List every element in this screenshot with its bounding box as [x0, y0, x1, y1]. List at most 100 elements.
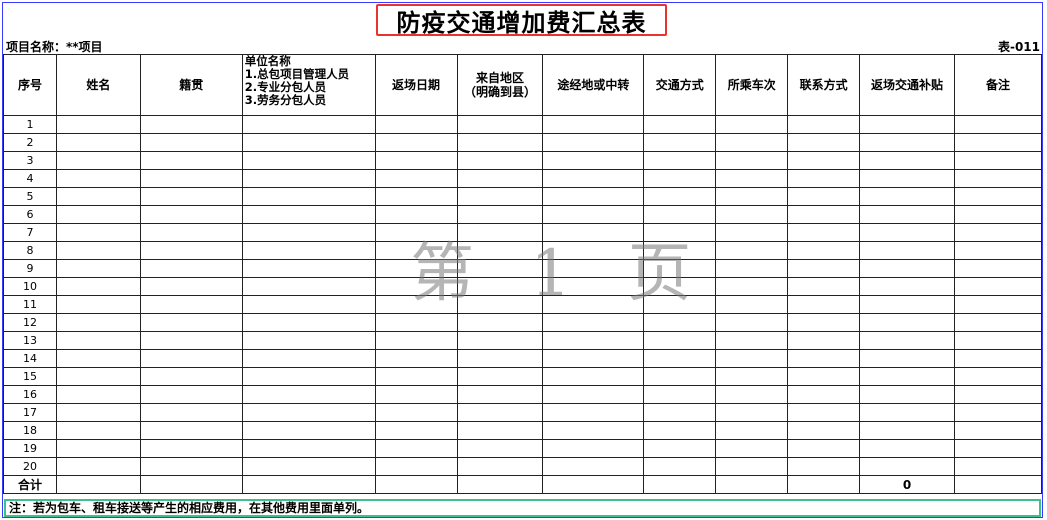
table-cell[interactable] [139, 241, 243, 260]
table-cell[interactable] [643, 241, 717, 260]
table-cell[interactable] [374, 295, 458, 314]
table-cell[interactable] [787, 457, 861, 476]
table-cell[interactable] [643, 331, 717, 350]
table-cell[interactable] [542, 349, 645, 368]
table-cell[interactable] [715, 259, 789, 278]
table-cell[interactable] [374, 205, 458, 224]
table-cell[interactable] [241, 115, 376, 134]
table-cell[interactable] [953, 313, 1043, 332]
header-seq[interactable]: 序号 [3, 54, 57, 116]
table-cell[interactable] [715, 385, 789, 404]
table-cell[interactable] [643, 277, 717, 296]
table-cell[interactable] [55, 331, 141, 350]
table-cell[interactable] [643, 187, 717, 206]
table-cell[interactable] [456, 439, 544, 458]
table-cell[interactable] [715, 133, 789, 152]
sheet-title[interactable]: 防疫交通增加费汇总表 [376, 4, 667, 37]
table-cell[interactable] [139, 349, 243, 368]
table-cell[interactable] [55, 403, 141, 422]
table-cell[interactable] [456, 115, 544, 134]
table-cell[interactable] [241, 277, 376, 296]
row-number-cell[interactable]: 8 [3, 241, 57, 260]
table-cell[interactable] [55, 169, 141, 188]
table-cell[interactable] [374, 331, 458, 350]
table-cell[interactable] [139, 313, 243, 332]
table-cell[interactable] [787, 205, 861, 224]
table-cell[interactable] [953, 367, 1043, 386]
header-train-no[interactable]: 所乘车次 [715, 54, 789, 116]
table-cell[interactable] [241, 367, 376, 386]
table-cell[interactable] [787, 385, 861, 404]
table-cell[interactable] [859, 457, 955, 476]
table-cell[interactable] [643, 475, 717, 494]
table-cell[interactable] [374, 151, 458, 170]
header-transport[interactable]: 交通方式 [643, 54, 717, 116]
table-cell[interactable] [542, 133, 645, 152]
table-cell[interactable] [953, 169, 1043, 188]
table-cell[interactable] [715, 187, 789, 206]
table-cell[interactable] [456, 187, 544, 206]
table-cell[interactable] [139, 259, 243, 278]
table-cell[interactable] [241, 205, 376, 224]
table-cell[interactable] [542, 277, 645, 296]
table-cell[interactable] [787, 475, 861, 494]
table-cell[interactable] [139, 223, 243, 242]
table-cell[interactable] [715, 241, 789, 260]
table-cell[interactable] [787, 187, 861, 206]
table-cell[interactable] [715, 475, 789, 494]
table-cell[interactable] [456, 421, 544, 440]
table-cell[interactable] [241, 475, 376, 494]
table-cell[interactable] [859, 241, 955, 260]
table-cell[interactable] [139, 385, 243, 404]
table-cell[interactable] [456, 385, 544, 404]
row-number-cell[interactable]: 11 [3, 295, 57, 314]
row-number-cell[interactable]: 7 [3, 223, 57, 242]
table-cell[interactable] [643, 385, 717, 404]
table-cell[interactable] [643, 169, 717, 188]
table-cell[interactable] [241, 403, 376, 422]
table-cell[interactable] [374, 439, 458, 458]
header-from-region[interactable]: 来自地区 （明确到县） [456, 54, 544, 116]
table-cell[interactable] [787, 133, 861, 152]
table-cell[interactable] [715, 223, 789, 242]
table-cell[interactable] [542, 115, 645, 134]
table-cell[interactable] [55, 349, 141, 368]
table-cell[interactable] [643, 367, 717, 386]
table-cell[interactable] [715, 457, 789, 476]
table-cell[interactable] [715, 421, 789, 440]
row-number-cell[interactable]: 15 [3, 367, 57, 386]
table-cell[interactable] [139, 421, 243, 440]
table-cell[interactable] [241, 151, 376, 170]
table-cell[interactable] [456, 259, 544, 278]
project-name-cell[interactable]: 项目名称：**项目 [6, 38, 103, 55]
table-cell[interactable] [643, 259, 717, 278]
table-cell[interactable] [953, 241, 1043, 260]
table-cell[interactable] [953, 295, 1043, 314]
table-cell[interactable] [643, 205, 717, 224]
table-cell[interactable] [139, 133, 243, 152]
total-subsidy-cell[interactable]: 0 [859, 475, 955, 494]
table-cell[interactable] [715, 277, 789, 296]
table-cell[interactable] [241, 187, 376, 206]
table-cell[interactable] [55, 295, 141, 314]
table-cell[interactable] [456, 133, 544, 152]
table-cell[interactable] [542, 313, 645, 332]
table-cell[interactable] [374, 223, 458, 242]
table-cell[interactable] [374, 349, 458, 368]
table-cell[interactable] [456, 223, 544, 242]
table-cell[interactable] [859, 169, 955, 188]
table-cell[interactable] [241, 457, 376, 476]
table-cell[interactable] [241, 421, 376, 440]
table-cell[interactable] [456, 151, 544, 170]
total-label-cell[interactable]: 合计 [3, 475, 57, 494]
table-cell[interactable] [374, 277, 458, 296]
table-cell[interactable] [456, 403, 544, 422]
table-cell[interactable] [456, 241, 544, 260]
table-cell[interactable] [715, 295, 789, 314]
table-cell[interactable] [456, 313, 544, 332]
table-cell[interactable] [715, 439, 789, 458]
table-cell[interactable] [787, 115, 861, 134]
table-cell[interactable] [456, 295, 544, 314]
table-cell[interactable] [715, 115, 789, 134]
table-cell[interactable] [715, 313, 789, 332]
